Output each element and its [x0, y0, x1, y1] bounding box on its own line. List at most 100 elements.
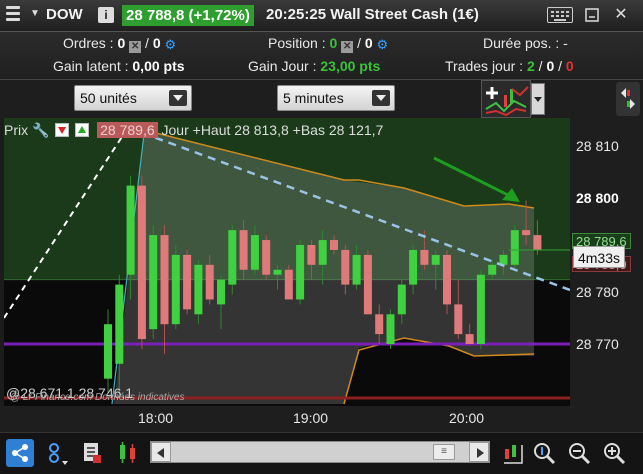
scroll-thumb[interactable]: ≡: [433, 444, 455, 460]
chevron-down-icon: [169, 90, 187, 106]
orders-settings-gear-icon[interactable]: ⚙: [165, 37, 177, 53]
chart-controls: 50 unités 5 minutes: [0, 80, 643, 118]
candle-body: [476, 274, 485, 344]
position-value: 0: [329, 35, 338, 51]
candle-body: [104, 324, 112, 379]
gain-latent-row: Gain latent : 0,00 pts: [53, 58, 185, 74]
keyboard-icon[interactable]: [547, 7, 573, 23]
hamburger-menu-icon[interactable]: [6, 6, 20, 24]
auto-zoom-icon[interactable]: [530, 439, 558, 467]
wrench-icon[interactable]: 🔧: [32, 122, 49, 138]
candle-body: [307, 245, 316, 265]
price-change-badge: 28 788,8 (+1,72%): [122, 5, 254, 26]
trades-neutral-count: 0: [546, 58, 555, 74]
candle-body: [533, 235, 542, 250]
trading-stats-panel: Ordres : 0 ✕ / 0 ⚙ Position : 0 ✕ / 0 ⚙ …: [0, 32, 643, 80]
watermark: @ Lr-Finance.com Données indicatives: [10, 392, 185, 403]
scroll-to-latest-icon[interactable]: [500, 439, 528, 467]
zoom-out-icon[interactable]: [565, 439, 593, 467]
zoom-in-icon[interactable]: [600, 439, 628, 467]
minimize-icon[interactable]: [583, 6, 601, 24]
chart-scrollbar[interactable]: ≡: [150, 441, 490, 463]
templates-icon[interactable]: [78, 439, 106, 467]
x-label: 20:00: [449, 410, 485, 426]
candle-body: [205, 264, 214, 300]
candle-body: [126, 185, 135, 275]
x-label: 18:00: [138, 410, 174, 426]
trades-separator-2: /: [558, 58, 563, 74]
chart-label: Prix: [4, 122, 29, 138]
candle-body: [465, 334, 474, 344]
gain-jour-row: Gain Jour : 23,00 pts: [248, 58, 380, 74]
drawing-tools-icon[interactable]: [42, 439, 70, 467]
price-chart[interactable]: [4, 118, 570, 406]
close-icon[interactable]: ✕: [612, 6, 630, 24]
position-settings-gear-icon[interactable]: ⚙: [377, 37, 389, 53]
candle-body: [510, 230, 519, 265]
duree-value: -: [563, 35, 568, 51]
candle-body: [137, 185, 146, 340]
candle-body: [149, 235, 158, 330]
symbol-name[interactable]: DOW: [46, 6, 83, 23]
candle-body: [443, 254, 451, 305]
trades-jour-row: Trades jour : 2 / 0 / 0: [445, 58, 574, 74]
gain-jour-value: 23,00 pts: [320, 58, 381, 74]
chart-type-icon[interactable]: [114, 439, 142, 467]
candle-body: [296, 245, 305, 300]
orders-slash: /: [145, 35, 149, 51]
chart-header: Prix 🔧 28 789,6 Jour +Haut 28 813,8 +Bas…: [4, 122, 383, 140]
candle-body: [250, 235, 259, 270]
buy-arrow-icon[interactable]: [75, 123, 90, 137]
indicator-dropdown-icon[interactable]: [531, 83, 545, 115]
candle-body: [228, 230, 237, 285]
candle-body: [284, 269, 293, 300]
candle-body: [239, 230, 248, 270]
candle-body: [160, 235, 169, 325]
candle-body: [386, 314, 395, 344]
y-label: 28 810: [576, 138, 619, 154]
scroll-left-button[interactable]: [151, 442, 171, 462]
duree-row: Durée pos. : -: [483, 35, 568, 51]
candle-body: [217, 279, 225, 305]
chevron-down-icon: [372, 90, 390, 106]
x-label: 19:00: [293, 410, 329, 426]
candle-body: [397, 284, 406, 315]
position-row: Position : 0 ✕ / 0 ⚙: [268, 35, 388, 53]
toggle-side-panel-icon[interactable]: [616, 82, 640, 116]
share-icon[interactable]: [6, 439, 34, 467]
trades-jour-label: Trades jour :: [445, 58, 524, 74]
candle-body: [375, 314, 384, 335]
chart-canvas[interactable]: [4, 118, 570, 406]
cancel-orders-icon[interactable]: ✕: [129, 41, 142, 53]
candle-countdown: 4m33s: [573, 246, 625, 268]
time-axis[interactable]: 18:00 19:00 20:00: [0, 406, 643, 432]
add-indicator-icon[interactable]: [481, 80, 531, 118]
candle-body: [115, 284, 124, 364]
interval-select[interactable]: 5 minutes: [277, 85, 395, 111]
gain-latent-value: 0,00 pts: [132, 58, 185, 74]
position-value-2: 0: [364, 35, 373, 51]
trades-win-count: 2: [526, 58, 535, 74]
candle-body: [420, 249, 429, 265]
candle-body: [409, 249, 418, 285]
orders-value: 0: [117, 35, 126, 51]
candle-body: [273, 269, 282, 275]
sell-arrow-icon[interactable]: [55, 123, 70, 137]
orders-value-2: 0: [152, 35, 161, 51]
instrument-title: 20:25:25 Wall Street Cash (1€): [266, 6, 479, 23]
y-label: 28 770: [576, 336, 619, 352]
orders-label: Ordres :: [63, 35, 114, 51]
candle-body: [330, 240, 338, 250]
quantity-select-value: 50 unités: [80, 90, 137, 106]
candle-body: [171, 254, 180, 325]
duree-label: Durée pos. :: [483, 35, 560, 51]
top-bar: ▼ DOW i 28 788,8 (+1,72%) 20:25:25 Wall …: [0, 0, 643, 32]
info-button[interactable]: i: [98, 7, 114, 23]
scroll-right-button[interactable]: [469, 442, 489, 462]
close-position-icon[interactable]: ✕: [341, 41, 354, 53]
interval-select-value: 5 minutes: [283, 90, 344, 106]
gain-latent-label: Gain latent :: [53, 58, 129, 74]
bottom-toolbar: ≡: [0, 432, 643, 474]
quantity-select[interactable]: 50 unités: [74, 85, 192, 111]
symbol-dropdown-icon[interactable]: ▼: [30, 8, 40, 19]
